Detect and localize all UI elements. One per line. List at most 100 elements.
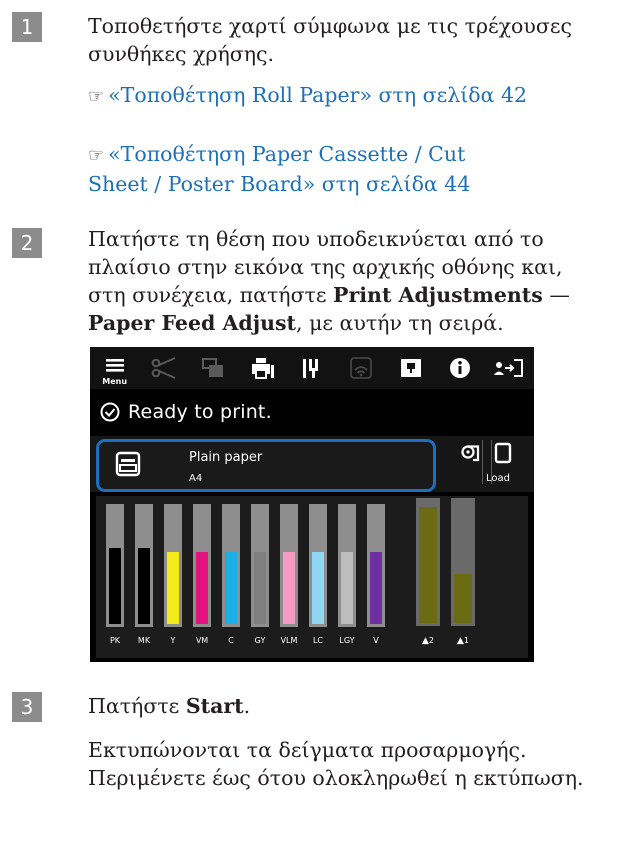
maintenance-level-fill xyxy=(454,574,472,623)
step-3-line: Εκτυπώνονται τα δείγματα προσαρμογής. xyxy=(88,738,527,762)
step-number-3: 3 xyxy=(12,692,42,722)
ink-label: GY xyxy=(254,636,266,645)
reference-icon: ☞ xyxy=(88,145,105,166)
paper-bar: Plain paper A4 Load xyxy=(90,436,534,492)
cutter-icon xyxy=(151,357,176,379)
wifi-icon xyxy=(350,357,373,379)
login-button[interactable] xyxy=(485,347,534,389)
step-2-text: Πατήστε τη θέση που υποδεικνύεται από το… xyxy=(88,225,570,337)
ink-cartridge-lc xyxy=(309,504,327,627)
maintenance-button[interactable] xyxy=(287,347,336,389)
stacker-icon xyxy=(202,358,224,377)
printer-home-screen: Menu Ready to print. Plain paper A4 Load… xyxy=(90,347,534,662)
step-2-line: πλαίσιο στην εικόνα της αρχικής οθόνης κ… xyxy=(88,255,563,279)
load-label: Load xyxy=(486,473,510,484)
maintenance-level-fill xyxy=(419,507,437,623)
ink-cartridge-c xyxy=(222,504,240,627)
stacker-button[interactable] xyxy=(189,347,238,389)
step-2-text-part: — xyxy=(542,283,570,307)
ink-label: VLM xyxy=(280,636,298,645)
divider xyxy=(482,440,483,484)
ink-label: MK xyxy=(137,636,151,645)
ink-cartridge-lgy xyxy=(338,504,356,627)
step-2-line: Paper Feed Adjust, με αυτήν τη σειρά. xyxy=(88,309,570,337)
paper-size: A4 xyxy=(189,473,203,484)
link-paper-cassette-text[interactable]: Sheet / Poster Board» στη σελίδα 44 xyxy=(88,170,470,198)
wifi-button[interactable] xyxy=(337,347,386,389)
step-2-line: Πατήστε τη θέση που υποδεικνύεται από το xyxy=(88,227,544,251)
menu-label: Menu xyxy=(102,377,128,386)
step-2-text-part: , με αυτήν τη σειρά. xyxy=(296,311,504,335)
ink-level-fill xyxy=(283,552,295,624)
maintenance-box-1 xyxy=(451,498,475,626)
ink-cartridge-y xyxy=(164,504,182,627)
login-icon xyxy=(494,359,524,377)
ink-label: LC xyxy=(312,636,324,645)
ink-levels: PK MK Y VM C GY VLM LC LGY V ▲2 ▲1 xyxy=(96,496,528,658)
reference-icon: ☞ xyxy=(88,86,105,107)
printer-settings-button[interactable] xyxy=(238,347,287,389)
ink-level-fill xyxy=(254,552,266,624)
step-3-text-part: Πατήστε xyxy=(88,694,186,718)
step-3-description: Εκτυπώνονται τα δείγματα προσαρμογής. Πε… xyxy=(88,736,584,792)
maintenance-box-2 xyxy=(416,498,440,626)
step-3-text-part: . xyxy=(243,694,251,718)
manual-button[interactable] xyxy=(386,347,435,389)
ink-cartridge-gy xyxy=(251,504,269,627)
link-roll-paper-text[interactable]: «Τοποθέτηση Roll Paper» στη σελίδα 42 xyxy=(108,83,527,107)
ink-label: VM xyxy=(195,636,209,645)
info-icon xyxy=(449,358,470,378)
ink-level-fill xyxy=(225,552,237,624)
info-button[interactable] xyxy=(435,347,484,389)
menu-icon xyxy=(105,359,124,372)
panel-toolbar: Menu xyxy=(90,347,534,389)
ink-cartridge-vlm xyxy=(280,504,298,627)
step-number-2: 2 xyxy=(12,228,42,258)
maintenance-label: ▲2 xyxy=(421,636,434,646)
step-3-line: Περιμένετε έως ότου ολοκληρωθεί η εκτύπω… xyxy=(88,766,584,790)
check-circle-icon xyxy=(100,402,120,421)
ink-label: C xyxy=(228,636,234,645)
ink-level-fill xyxy=(196,552,208,624)
step-3-line: Πατήστε Start. xyxy=(88,692,250,720)
link-paper-cassette-text[interactable]: «Τοποθέτηση Paper Cassette / Cut xyxy=(108,142,465,166)
ink-level-fill xyxy=(138,548,150,624)
step-1-line: συνθήκες χρήσης. xyxy=(88,42,275,66)
step-3-text: Πατήστε Start. xyxy=(88,692,250,720)
menu-button[interactable]: Menu xyxy=(90,347,139,389)
ink-label: PK xyxy=(109,636,121,645)
maintenance-label: ▲1 xyxy=(456,636,469,646)
ink-cartridge-mk xyxy=(135,504,153,627)
ink-cartridge-pk xyxy=(106,504,124,627)
ink-cartridge-v xyxy=(367,504,385,627)
paper-tray-icon xyxy=(115,451,141,477)
printer-settings-icon xyxy=(251,358,274,379)
step-1-text: Τοποθετήστε χαρτί σύμφωνα με τις τρέχουσ… xyxy=(88,12,572,68)
paper-type: Plain paper xyxy=(189,450,263,465)
status-bar: Ready to print. xyxy=(90,389,534,434)
paper-load-icon xyxy=(494,442,512,464)
cutter-button[interactable] xyxy=(139,347,188,389)
ink-level-fill xyxy=(312,552,324,624)
paper-feed-adjust-label: Paper Feed Adjust xyxy=(88,311,297,335)
step-number-1: 1 xyxy=(12,12,42,42)
link-paper-cassette[interactable]: ☞ «Τοποθέτηση Paper Cassette / Cut Sheet … xyxy=(88,140,470,198)
ink-label: LGY xyxy=(339,636,355,645)
step-2-line: στη συνέχεια, πατήστε Print Adjustments … xyxy=(88,281,570,309)
maintenance-icon xyxy=(302,359,318,378)
link-roll-paper[interactable]: ☞ «Τοποθέτηση Roll Paper» στη σελίδα 42 xyxy=(88,81,527,111)
manual-icon xyxy=(400,359,421,377)
roll-paper-icon xyxy=(461,445,480,462)
print-adjustments-label: Print Adjustments xyxy=(333,283,543,307)
paper-source-button[interactable] xyxy=(461,444,481,468)
status-text: Ready to print. xyxy=(128,400,272,423)
step-1-line: Τοποθετήστε χαρτί σύμφωνα με τις τρέχουσ… xyxy=(88,14,572,38)
ink-level-fill xyxy=(341,552,353,624)
ink-level-fill xyxy=(109,548,121,624)
step-2-text-part: στη συνέχεια, πατήστε xyxy=(88,283,334,307)
ink-cartridge-vm xyxy=(193,504,211,627)
ink-label: V xyxy=(373,636,379,645)
paper-settings-button[interactable]: Plain paper A4 xyxy=(96,439,436,492)
ink-level-fill xyxy=(370,552,382,624)
ink-label: Y xyxy=(170,636,176,645)
